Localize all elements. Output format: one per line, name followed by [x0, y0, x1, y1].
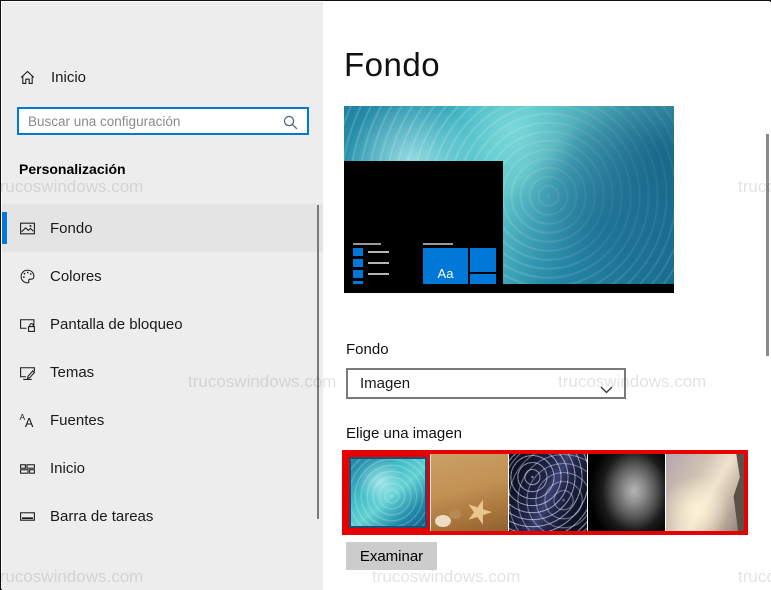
sidebar-item-label: Pantalla de bloqueo	[50, 316, 183, 333]
sidebar-item-pantalla-de-bloqueo[interactable]: Pantalla de bloqueo	[2, 300, 323, 348]
sidebar-item-inicio-start[interactable]: Inicio	[2, 444, 323, 492]
starfish-shape	[462, 496, 495, 529]
sidebar-item-label: Fuentes	[50, 412, 104, 429]
preview-tile-aa-label: Aa	[438, 266, 454, 281]
preview-start-menu: Aa	[344, 161, 503, 284]
sidebar-home-label: Inicio	[51, 69, 86, 86]
fonts-icon: AA	[19, 412, 36, 429]
sidebar-item-label: Temas	[50, 364, 94, 381]
dropdown-selected-value: Imagen	[360, 375, 410, 392]
sidebar-item-label: Barra de tareas	[50, 508, 153, 525]
search-icon[interactable]	[282, 114, 299, 136]
palette-icon	[19, 268, 36, 285]
wallpaper-thumbnail-lion[interactable]	[588, 454, 666, 531]
lock-screen-icon	[19, 316, 36, 333]
settings-window: Configuración Inicio Personalización	[0, 0, 771, 590]
preview-tile	[470, 248, 496, 272]
preview-taskbar	[344, 284, 674, 293]
wallpaper-thumbnail-clouds-hand[interactable]	[666, 454, 744, 531]
sidebar-item-label: Colores	[50, 268, 102, 285]
sidebar-item-colores[interactable]: Colores	[2, 252, 323, 300]
chevron-down-icon	[600, 381, 613, 398]
wallpaper-thumbnail-milky-way[interactable]	[509, 454, 587, 531]
home-icon	[19, 69, 36, 86]
shell-shape	[435, 515, 451, 527]
wallpaper-thumbnail-sand-starfish[interactable]	[431, 454, 509, 531]
image-thumbnail-strip-annotated	[342, 450, 748, 535]
taskbar-icon	[19, 508, 36, 525]
sidebar-section-header: Personalización	[19, 161, 126, 177]
wallpaper-thumbnail-underwater-bubbles[interactable]	[346, 454, 430, 531]
background-type-dropdown[interactable]: Imagen	[346, 368, 626, 399]
sidebar-item-home[interactable]: Inicio	[2, 59, 323, 95]
main-content: Fondo Aa Fo	[323, 2, 771, 590]
svg-text:A: A	[25, 414, 34, 428]
sidebar-scrollbar[interactable]	[317, 205, 319, 519]
search-input[interactable]	[19, 114, 307, 129]
start-tiles-icon	[19, 460, 36, 477]
choose-image-label: Elige una imagen	[346, 425, 462, 442]
shell-shape	[449, 509, 461, 519]
sidebar-item-barra-de-tareas[interactable]: Barra de tareas	[2, 492, 323, 540]
background-dropdown-label: Fondo	[346, 341, 389, 358]
themes-icon	[19, 364, 36, 381]
page-title: Fondo	[344, 46, 440, 84]
sidebar-item-fuentes[interactable]: AA Fuentes	[2, 396, 323, 444]
desktop-preview: Aa	[344, 106, 674, 293]
main-scrollbar[interactable]	[766, 134, 769, 356]
sidebar-item-label: Inicio	[50, 460, 85, 477]
sidebar-item-label: Fondo	[50, 220, 93, 237]
sidebar-item-fondo[interactable]: Fondo	[2, 204, 323, 252]
picture-icon	[19, 220, 36, 237]
preview-tiles-header-line	[423, 243, 453, 245]
preview-start-header-line	[353, 243, 381, 245]
sidebar-item-temas[interactable]: Temas	[2, 348, 323, 396]
sidebar: Inicio Personalización Fondo Colores	[2, 2, 323, 590]
browse-button[interactable]: Examinar	[346, 542, 437, 570]
sidebar-nav: Fondo Colores Pantalla de bloqueo Temas	[2, 204, 323, 540]
search-box	[17, 107, 309, 135]
hand-silhouette	[730, 454, 744, 531]
